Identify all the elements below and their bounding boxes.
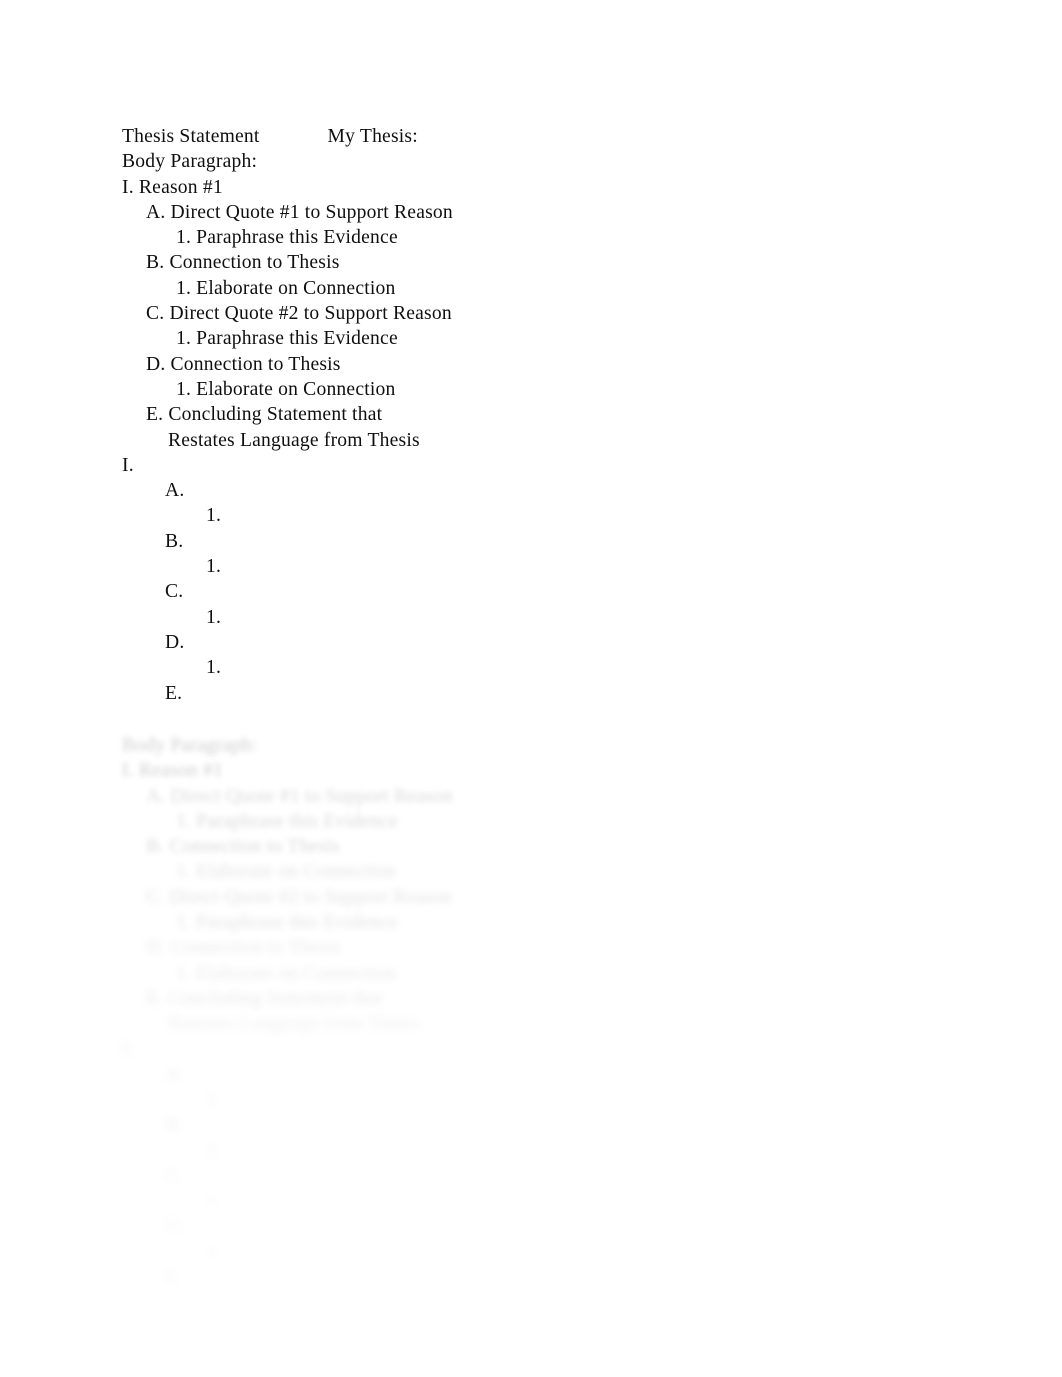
outline-item-c: C. Direct Quote #2 to Support Reason <box>146 303 452 325</box>
faded-body-paragraph-heading: Body Paragraph: <box>122 735 258 756</box>
faded-blank-item-d-1: 1. <box>206 1240 222 1262</box>
faded-item-b: B. Connection to Thesis <box>146 836 340 858</box>
faded-item-e: E. Concluding Statement that <box>146 987 383 1009</box>
outline-item-d-1: 1. Elaborate on Connection <box>176 378 396 400</box>
blank-outline-item-d[interactable]: D. <box>122 630 942 655</box>
blank-outline-item-b[interactable]: B. <box>122 529 942 554</box>
faded-blank-item-c-1: 1. <box>206 1190 222 1212</box>
body-paragraph-heading: Body Paragraph: <box>122 151 258 173</box>
outline-item-c-1: 1. Paraphrase this Evidence <box>176 328 398 350</box>
faded-item-c-1: 1. Paraphrase this Evidence <box>176 912 398 934</box>
outline-roman-one: I. Reason #1 <box>122 176 223 198</box>
thesis-statement-label: Thesis Statement <box>122 126 260 147</box>
blank-outline-item-e[interactable]: E. <box>122 681 942 706</box>
outline-item-a: A. Direct Quote #1 to Support Reason <box>146 201 453 223</box>
faded-item-d-1: 1. Elaborate on Connection <box>176 962 396 984</box>
faded-item-b-1: 1. Elaborate on Connection <box>176 861 396 883</box>
outline-content: Thesis Statement My Thesis: Body Paragrap… <box>122 124 942 706</box>
blank-outline-item-c-1[interactable]: 1. <box>122 605 942 630</box>
faded-item-a: A. Direct Quote #1 to Support Reason <box>146 785 453 807</box>
blank-outline-roman-one[interactable]: I. <box>122 453 942 478</box>
faded-item-a-1: 1. Paraphrase this Evidence <box>176 810 398 832</box>
blank-outline-item-c[interactable]: C. <box>122 579 942 604</box>
thesis-statement-line: Thesis Statement My Thesis: <box>122 124 942 149</box>
faded-blank-roman-one: I. <box>122 1038 134 1060</box>
document-page: Thesis Statement My Thesis: Body Paragrap… <box>0 0 1062 1377</box>
blank-outline-item-a[interactable]: A. <box>122 478 942 503</box>
blank-outline-item-b-1[interactable]: 1. <box>122 554 942 579</box>
faded-outline-copy: Body Paragraph: I. Reason #1 A. Direct Q… <box>122 733 942 1290</box>
faded-blank-item-a-1: 1. <box>206 1089 222 1111</box>
faded-blank-item-a: A. <box>165 1063 185 1085</box>
outline-item-e: E. Concluding Statement that <box>146 404 383 426</box>
faded-item-c: C. Direct Quote #2 to Support Reason <box>146 886 452 908</box>
faded-roman-one: I. Reason #1 <box>122 760 223 782</box>
outline-item-a-1: 1. Paraphrase this Evidence <box>176 227 398 249</box>
faded-item-e-continuation: Restates Language from Thesis <box>168 1013 420 1035</box>
faded-blank-item-d: D. <box>165 1215 185 1237</box>
outline-item-b: B. Connection to Thesis <box>146 252 340 274</box>
faded-blank-item-c: C. <box>165 1165 184 1187</box>
blank-outline-item-a-1[interactable]: 1. <box>122 503 942 528</box>
faded-item-d: D. Connection to Thesis <box>146 937 341 959</box>
outline-item-b-1: 1. Elaborate on Connection <box>176 277 396 299</box>
faded-blank-item-b: B. <box>165 1114 184 1136</box>
outline-item-d: D. Connection to Thesis <box>146 353 341 375</box>
faded-blank-item-e: E. <box>165 1266 183 1288</box>
blank-outline-item-d-1[interactable]: 1. <box>122 655 942 680</box>
outline-item-e-continuation: Restates Language from Thesis <box>168 429 420 451</box>
thesis-statement-value[interactable]: My Thesis: <box>328 126 418 147</box>
faded-blank-item-b-1: 1. <box>206 1139 222 1161</box>
